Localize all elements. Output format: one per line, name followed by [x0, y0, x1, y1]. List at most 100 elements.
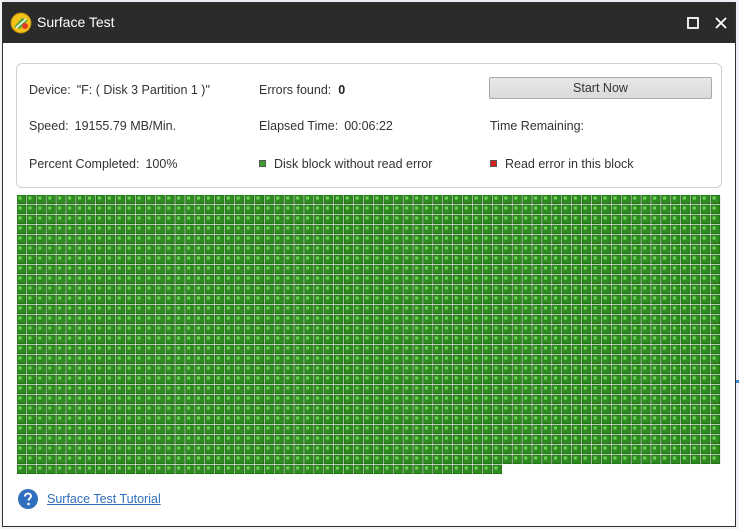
disk-block-highlight — [38, 336, 42, 340]
disk-block-highlight — [712, 316, 716, 320]
surface-test-tutorial-link[interactable]: Surface Test Tutorial — [47, 492, 161, 506]
disk-block-highlight — [246, 286, 250, 290]
disk-block-highlight — [226, 336, 230, 340]
disk-block-highlight — [296, 226, 300, 230]
disk-block-highlight — [653, 456, 657, 460]
disk-block-highlight — [355, 306, 359, 310]
disk-block-highlight — [603, 206, 607, 210]
disk-block-highlight — [633, 326, 637, 330]
disk-block-highlight — [335, 306, 339, 310]
disk-block-highlight — [296, 416, 300, 420]
disk-block-highlight — [266, 236, 270, 240]
disk-block-highlight — [177, 256, 181, 260]
disk-block-highlight — [296, 236, 300, 240]
disk-block-highlight — [87, 316, 91, 320]
disk-block-highlight — [256, 336, 260, 340]
disk-block-highlight — [117, 326, 121, 330]
start-now-button[interactable]: Start Now — [489, 77, 712, 99]
disk-block-highlight — [474, 376, 478, 380]
help-icon[interactable] — [17, 488, 39, 510]
disk-block-highlight — [454, 256, 458, 260]
disk-block-highlight — [613, 426, 617, 430]
disk-block-highlight — [623, 366, 627, 370]
disk-block-highlight — [48, 426, 52, 430]
disk-block-highlight — [454, 456, 458, 460]
disk-block-highlight — [246, 426, 250, 430]
disk-block-highlight — [514, 326, 518, 330]
disk-block-highlight — [544, 296, 548, 300]
disk-block-highlight — [276, 206, 280, 210]
disk-block-highlight — [573, 436, 577, 440]
disk-block-highlight — [385, 436, 389, 440]
disk-block-highlight — [345, 366, 349, 370]
disk-block-highlight — [415, 416, 419, 420]
disk-block-highlight — [107, 276, 111, 280]
disk-block-highlight — [335, 316, 339, 320]
disk-block-highlight — [405, 366, 409, 370]
disk-block-highlight — [663, 306, 667, 310]
disk-block-highlight — [633, 406, 637, 410]
disk-block-highlight — [405, 416, 409, 420]
disk-block-highlight — [97, 416, 101, 420]
disk-block-highlight — [653, 436, 657, 440]
disk-block-highlight — [315, 286, 320, 290]
disk-block-highlight — [692, 196, 696, 200]
disk-block-highlight — [365, 206, 369, 210]
disk-block-highlight — [484, 406, 488, 410]
disk-block-highlight — [672, 286, 676, 290]
disk-block-highlight — [68, 386, 72, 390]
disk-block-highlight — [663, 426, 667, 430]
disk-block-highlight — [603, 406, 607, 410]
disk-block-highlight — [68, 286, 72, 290]
disk-block-highlight — [514, 266, 518, 270]
disk-block-highlight — [484, 316, 488, 320]
disk-block-highlight — [434, 386, 438, 390]
disk-block-highlight — [246, 226, 250, 230]
disk-block-highlight — [206, 416, 210, 420]
disk-block-highlight — [484, 236, 488, 240]
disk-block-highlight — [58, 396, 62, 400]
disk-block-highlight — [692, 346, 696, 350]
disk-block-highlight — [425, 436, 429, 440]
disk-block-highlight — [28, 236, 32, 240]
disk-block-highlight — [464, 226, 468, 230]
disk-block-highlight — [415, 356, 419, 360]
disk-block-highlight — [494, 296, 498, 300]
disk-block-highlight — [573, 426, 577, 430]
disk-block-highlight — [553, 306, 557, 310]
disk-block-highlight — [68, 376, 72, 380]
disk-block-highlight — [97, 216, 101, 220]
disk-block-highlight — [603, 266, 607, 270]
disk-block-highlight — [28, 286, 32, 290]
disk-block-highlight — [296, 396, 300, 400]
disk-block-highlight — [87, 336, 91, 340]
disk-block-highlight — [246, 206, 250, 210]
disk-block-highlight — [187, 336, 191, 340]
disk-block-highlight — [157, 266, 161, 270]
disk-block-highlight — [365, 326, 369, 330]
disk-block-highlight — [216, 356, 220, 360]
disk-block-highlight — [315, 236, 320, 240]
disk-block-highlight — [28, 446, 32, 450]
disk-block-highlight — [593, 336, 597, 340]
title-bar[interactable]: Surface Test — [3, 3, 735, 43]
disk-block-highlight — [643, 226, 647, 230]
disk-block-highlight — [563, 416, 567, 420]
disk-block-highlight — [623, 386, 627, 390]
disk-block-highlight — [48, 396, 52, 400]
disk-block-highlight — [296, 376, 300, 380]
disk-block-highlight — [692, 236, 696, 240]
disk-block-highlight — [345, 436, 349, 440]
disk-block-highlight — [28, 326, 32, 330]
disk-block-highlight — [534, 416, 538, 420]
maximize-icon[interactable] — [681, 11, 705, 35]
disk-block-highlight — [702, 256, 706, 260]
disk-block-highlight — [434, 406, 438, 410]
disk-block-highlight — [236, 466, 240, 470]
disk-block-highlight — [286, 326, 290, 330]
disk-block-highlight — [266, 206, 270, 210]
disk-block-highlight — [286, 256, 290, 260]
disk-block-highlight — [405, 256, 409, 260]
disk-block-highlight — [633, 246, 637, 250]
close-icon[interactable] — [709, 11, 733, 35]
